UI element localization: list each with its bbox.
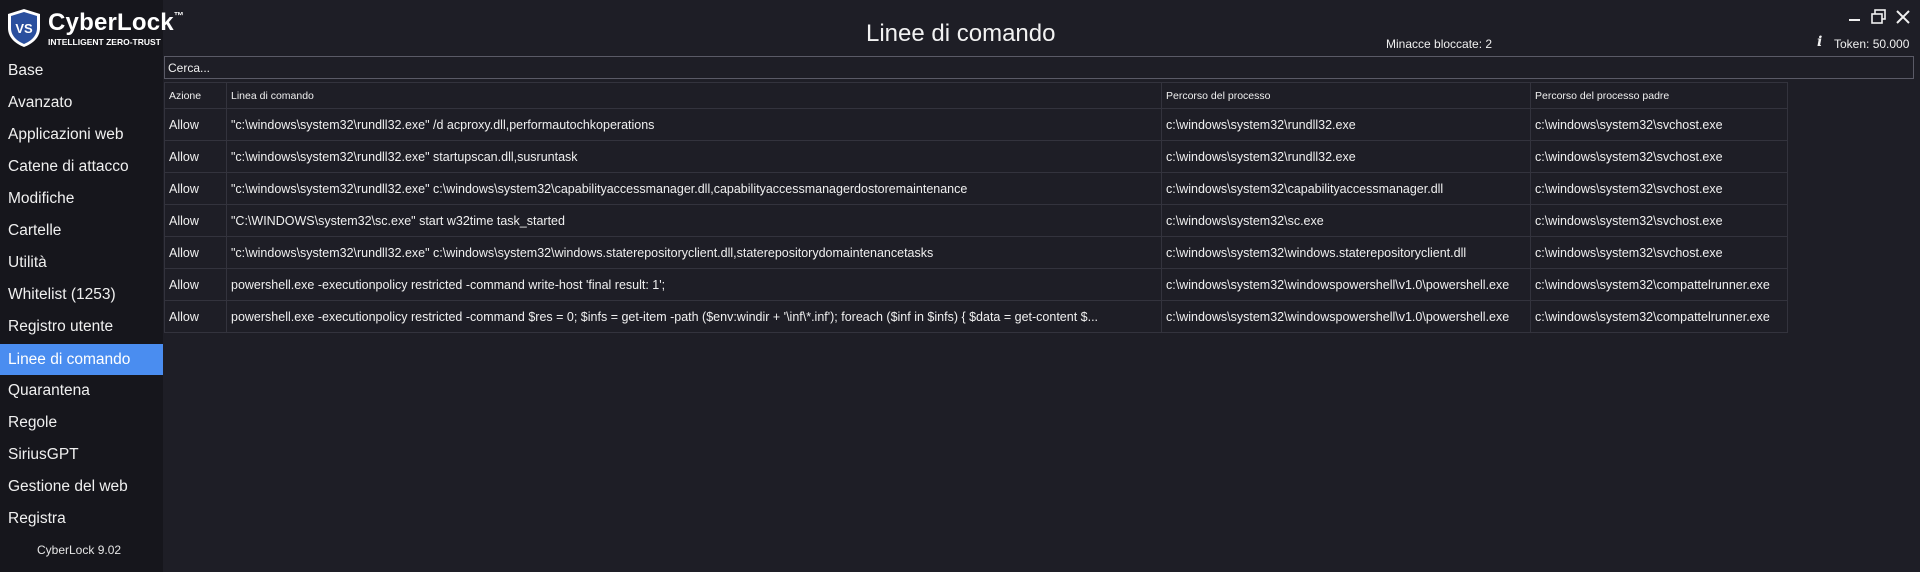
table-cell: powershell.exe -executionpolicy restrict… <box>226 268 1162 301</box>
sidebar-item-modifiche[interactable]: Modifiche <box>0 183 163 214</box>
table-row[interactable]: Allow "c:\windows\system32\rundll32.exe" … <box>164 140 1788 173</box>
sidebar-item-siriusgpt[interactable]: SiriusGPT <box>0 439 163 470</box>
brand-tagline: INTELLIGENT ZERO-TRUST <box>48 37 161 47</box>
table-row[interactable]: Allow "C:\WINDOWS\system32\sc.exe" start … <box>164 204 1788 237</box>
column-header[interactable]: Percorso del processo <box>1161 82 1531 109</box>
shield-logo-icon: VS <box>8 9 40 47</box>
table-cell: c:\windows\system32\sc.exe <box>1161 204 1531 237</box>
version-label: CyberLock 9.02 <box>37 543 122 557</box>
sidebar: VS CyberLock™ INTELLIGENT ZERO-TRUST Bas… <box>0 0 184 572</box>
close-icon[interactable] <box>1894 8 1912 26</box>
minimize-icon[interactable] <box>1846 8 1864 26</box>
table-cell: Allow <box>164 204 227 237</box>
sidebar-item-utilit[interactable]: Utilità <box>0 247 163 278</box>
table-cell: c:\windows\system32\svchost.exe <box>1530 204 1788 237</box>
sidebar-item-quarantena[interactable]: Quarantena <box>0 375 163 406</box>
table-cell: c:\windows\system32\svchost.exe <box>1530 236 1788 269</box>
sidebar-item-catene-di-attacco[interactable]: Catene di attacco <box>0 151 163 182</box>
table-cell: Allow <box>164 108 227 141</box>
brand-trademark: ™ <box>173 11 185 22</box>
table-cell: c:\windows\system32\capabilityaccessmana… <box>1161 172 1531 205</box>
table-cell: c:\windows\system32\svchost.exe <box>1530 172 1788 205</box>
column-header[interactable]: Azione <box>164 82 227 109</box>
table-cell: "c:\windows\system32\rundll32.exe" c:\wi… <box>226 236 1162 269</box>
table-cell: "C:\WINDOWS\system32\sc.exe" start w32ti… <box>226 204 1162 237</box>
sidebar-item-applicazioni-web[interactable]: Applicazioni web <box>0 119 163 150</box>
command-line-table: Azione Linea di comando Percorso del proce… <box>164 82 1788 333</box>
column-header[interactable]: Percorso del processo padre <box>1530 82 1788 109</box>
table-cell: "c:\windows\system32\rundll32.exe" start… <box>226 140 1162 173</box>
table-cell: c:\windows\system32\windowspowershell\v1… <box>1161 300 1531 333</box>
table-cell: "c:\windows\system32\rundll32.exe" c:\wi… <box>226 172 1162 205</box>
table-cell: c:\windows\system32\compattelrunner.exe <box>1530 268 1788 301</box>
table-cell: Allow <box>164 236 227 269</box>
table-row[interactable]: Allow "c:\windows\system32\rundll32.exe" … <box>164 236 1788 269</box>
table-cell: c:\windows\system32\windowspowershell\v1… <box>1161 268 1531 301</box>
tokens-counter: Token: 50.000 <box>1834 37 1910 51</box>
sidebar-item-whitelist-1253[interactable]: Whitelist (1253) <box>0 279 163 310</box>
table-row[interactable]: Allow "c:\windows\system32\rundll32.exe" … <box>164 108 1788 141</box>
search-input[interactable] <box>164 56 1914 79</box>
table-header-row: Azione Linea di comando Percorso del proce… <box>164 82 1788 109</box>
table-cell: c:\windows\system32\compattelrunner.exe <box>1530 300 1788 333</box>
brand-name: CyberLock™ <box>48 9 184 37</box>
threats-blocked-counter: Minacce bloccate: 2 <box>1386 37 1493 51</box>
sidebar-item-avanzato[interactable]: Avanzato <box>0 87 163 118</box>
sidebar-item-registra[interactable]: Registra <box>0 503 163 534</box>
logo-letters: VS <box>15 21 33 36</box>
column-header[interactable]: Linea di comando <box>226 82 1162 109</box>
table-cell: "c:\windows\system32\rundll32.exe" /d ac… <box>226 108 1162 141</box>
table-cell: c:\windows\system32\rundll32.exe <box>1161 140 1531 173</box>
table-row[interactable]: Allow powershell.exe -executionpolicy res… <box>164 268 1788 301</box>
table-cell: Allow <box>164 172 227 205</box>
restore-icon[interactable] <box>1870 8 1888 26</box>
table-cell: c:\windows\system32\svchost.exe <box>1530 108 1788 141</box>
sidebar-item-registro-utente[interactable]: Registro utente <box>0 311 163 342</box>
table-cell: Allow <box>164 300 227 333</box>
table-cell: Allow <box>164 268 227 301</box>
table-cell: c:\windows\system32\rundll32.exe <box>1161 108 1531 141</box>
page-title: Linee di comando <box>866 20 1056 47</box>
sidebar-item-regole[interactable]: Regole <box>0 407 163 438</box>
logo: VS CyberLock™ INTELLIGENT ZERO-TRUST <box>6 6 184 50</box>
table-body: Allow "c:\windows\system32\rundll32.exe" … <box>164 108 1788 333</box>
info-icon[interactable]: i <box>1817 34 1822 50</box>
table-cell: powershell.exe -executionpolicy restrict… <box>226 300 1162 333</box>
sidebar-item-gestione-del-web[interactable]: Gestione del web <box>0 471 163 502</box>
sidebar-item-cartelle[interactable]: Cartelle <box>0 215 163 246</box>
table-cell: Allow <box>164 140 227 173</box>
table-cell: c:\windows\system32\svchost.exe <box>1530 140 1788 173</box>
table-row[interactable]: Allow powershell.exe -executionpolicy res… <box>164 300 1788 333</box>
table-row[interactable]: Allow "c:\windows\system32\rundll32.exe" … <box>164 172 1788 205</box>
brand-text: CyberLock <box>48 9 174 36</box>
app-window: VS CyberLock™ INTELLIGENT ZERO-TRUST Bas… <box>0 0 1920 572</box>
sidebar-item-linee-di-comando[interactable]: Linee di comando <box>0 344 163 375</box>
table-cell: c:\windows\system32\windows.statereposit… <box>1161 236 1531 269</box>
sidebar-item-base[interactable]: Base <box>0 55 163 86</box>
